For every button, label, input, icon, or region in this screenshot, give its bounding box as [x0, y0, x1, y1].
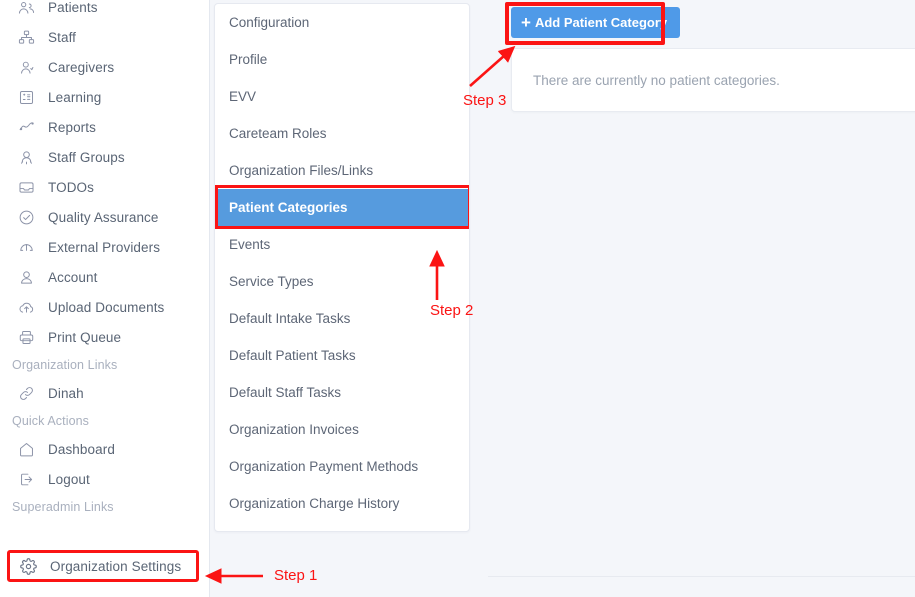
sidebar-item-label: Organization Settings — [50, 558, 182, 574]
settings-menu-item-organization-charge-history[interactable]: Organization Charge History — [215, 485, 469, 522]
patient-categories-empty-card: There are currently no patient categorie… — [511, 48, 915, 112]
sidebar-item-label: Print Queue — [48, 329, 122, 345]
settings-menu-item-organization-invoices[interactable]: Organization Invoices — [215, 411, 469, 448]
settings-menu-item-label: Configuration — [229, 15, 310, 30]
upload-documents-icon — [18, 298, 40, 316]
sidebar-item-dinah[interactable]: Dinah — [0, 378, 209, 408]
sidebar-item-label: Patients — [48, 0, 98, 15]
add-patient-category-label: Add Patient Category — [534, 15, 668, 30]
sidebar-item-label: Staff Groups — [48, 149, 125, 165]
settings-menu-item-label: Default Staff Tasks — [229, 385, 342, 400]
content-bottom-divider — [488, 576, 915, 577]
learning-icon — [18, 88, 40, 106]
sidebar-item-label: Learning — [48, 89, 102, 105]
staff-groups-icon — [18, 148, 40, 166]
todos-icon — [18, 178, 40, 196]
sidebar-organization-links: Dinah — [0, 378, 209, 408]
settings-menu-item-default-patient-tasks[interactable]: Default Patient Tasks — [215, 337, 469, 374]
sidebar-main-nav: Patients Staff Caregivers Learning Reports St… — [0, 0, 209, 352]
print-queue-icon — [18, 328, 40, 346]
settings-menu-item-label: Default Patient Tasks — [229, 348, 356, 363]
settings-menu-item-evv[interactable]: EVV — [215, 78, 469, 115]
sidebar-item-label: External Providers — [48, 239, 161, 255]
app-root: Patients Staff Caregivers Learning Reports St… — [0, 0, 915, 597]
sidebar: Patients Staff Caregivers Learning Reports St… — [0, 0, 210, 597]
settings-menu-item-default-staff-tasks[interactable]: Default Staff Tasks — [215, 374, 469, 411]
sidebar-item-label: Staff — [48, 29, 77, 45]
sidebar-item-learning[interactable]: Learning — [0, 82, 209, 112]
settings-menu-item-label: Service Types — [229, 274, 314, 289]
logout-icon — [18, 470, 40, 488]
gear-icon — [20, 557, 42, 575]
settings-menu-item-label: Events — [229, 237, 271, 252]
sidebar-item-upload-documents[interactable]: Upload Documents — [0, 292, 209, 322]
content-area: + Add Patient Category There are current… — [488, 0, 915, 597]
staff-icon — [18, 28, 40, 46]
sidebar-item-todos[interactable]: TODOs — [0, 172, 209, 202]
settings-menu-item-label: Careteam Roles — [229, 126, 327, 141]
settings-menu-item-label: Organization Invoices — [229, 422, 359, 437]
sidebar-item-print-queue[interactable]: Print Queue — [0, 322, 209, 352]
settings-menu-item-label: EVV — [229, 89, 257, 104]
sidebar-item-label: Quality Assurance — [48, 209, 159, 225]
sidebar-item-caregivers[interactable]: Caregivers — [0, 52, 209, 82]
settings-menu-item-organization-files-links[interactable]: Organization Files/Links — [215, 152, 469, 189]
plus-icon: + — [521, 13, 531, 32]
organization-settings-highlight: Organization Settings — [7, 550, 199, 582]
sidebar-section-superadmin-links: Superadmin Links — [12, 500, 114, 514]
settings-menu-item-label: Organization Charge History — [229, 496, 400, 511]
patients-icon — [18, 0, 40, 16]
settings-menu-item-label: Profile — [229, 52, 268, 67]
sidebar-item-label: Dashboard — [48, 441, 115, 457]
caregivers-icon — [18, 58, 40, 76]
settings-menu-item-profile[interactable]: Profile — [215, 41, 469, 78]
sidebar-item-quality-assurance[interactable]: Quality Assurance — [0, 202, 209, 232]
sidebar-item-reports[interactable]: Reports — [0, 112, 209, 142]
sidebar-section-organization-links: Organization Links — [12, 358, 118, 372]
reports-icon — [18, 118, 40, 136]
add-patient-category-button[interactable]: + Add Patient Category — [511, 7, 681, 38]
sidebar-item-account[interactable]: Account — [0, 262, 209, 292]
settings-menu-item-events[interactable]: Events — [215, 226, 469, 263]
sidebar-item-label: Dinah — [48, 385, 84, 401]
home-icon — [18, 440, 40, 458]
sidebar-item-external-providers[interactable]: External Providers — [0, 232, 209, 262]
settings-menu-item-organization-payment-methods[interactable]: Organization Payment Methods — [215, 448, 469, 485]
empty-state-message: There are currently no patient categorie… — [533, 72, 780, 88]
sidebar-item-label: Logout — [48, 471, 90, 487]
sidebar-item-staff-groups[interactable]: Staff Groups — [0, 142, 209, 172]
settings-menu-column: Configuration Profile EVV Careteam Roles Org… — [210, 0, 488, 597]
sidebar-item-logout[interactable]: Logout — [0, 464, 209, 494]
sidebar-item-organization-settings[interactable]: Organization Settings — [10, 553, 196, 579]
sidebar-section-quick-actions: Quick Actions — [12, 414, 90, 428]
sidebar-item-label: Caregivers — [48, 59, 115, 75]
sidebar-item-label: Account — [48, 269, 98, 285]
settings-menu-item-label: Default Intake Tasks — [229, 311, 351, 326]
settings-menu-item-service-types[interactable]: Service Types — [215, 263, 469, 300]
link-icon — [18, 384, 40, 402]
settings-menu-item-default-intake-tasks[interactable]: Default Intake Tasks — [215, 300, 469, 337]
quality-assurance-icon — [18, 208, 40, 226]
sidebar-item-label: Upload Documents — [48, 299, 165, 315]
sidebar-item-label: TODOs — [48, 179, 95, 195]
settings-menu-item-careteam-roles[interactable]: Careteam Roles — [215, 115, 469, 152]
settings-menu-item-patient-categories[interactable]: Patient Categories — [215, 189, 469, 226]
settings-menu-item-configuration[interactable]: Configuration — [215, 4, 469, 41]
sidebar-item-label: Reports — [48, 119, 96, 135]
settings-menu-card: Configuration Profile EVV Careteam Roles Org… — [214, 3, 470, 532]
settings-menu-item-label: Patient Categories — [229, 200, 348, 215]
sidebar-quick-actions: Dashboard Logout — [0, 434, 209, 494]
account-icon — [18, 268, 40, 286]
sidebar-item-dashboard[interactable]: Dashboard — [0, 434, 209, 464]
settings-menu-item-label: Organization Files/Links — [229, 163, 374, 178]
settings-menu-item-label: Organization Payment Methods — [229, 459, 419, 474]
sidebar-item-patients[interactable]: Patients — [0, 0, 209, 22]
sidebar-item-staff[interactable]: Staff — [0, 22, 209, 52]
external-providers-icon — [18, 238, 40, 256]
